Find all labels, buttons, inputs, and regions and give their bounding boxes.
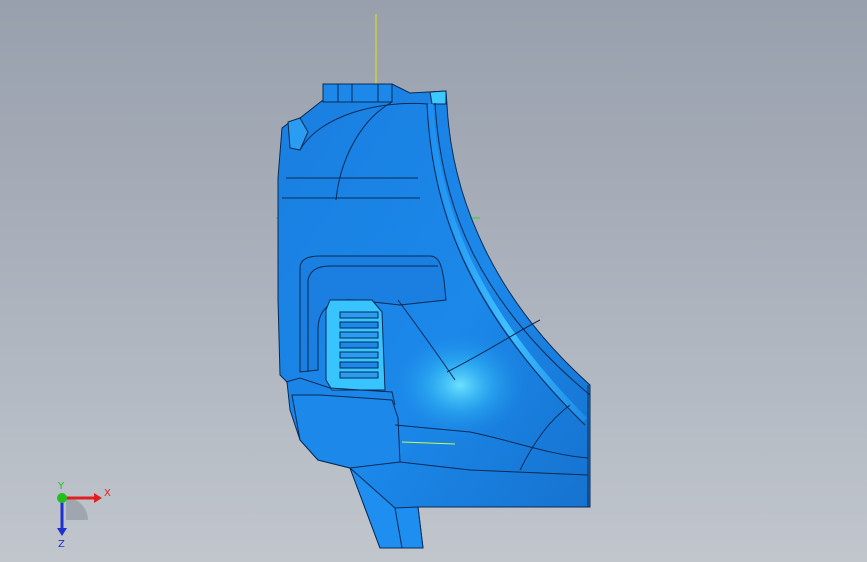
model-scene[interactable] xyxy=(0,0,867,562)
x-axis-label: X xyxy=(104,488,111,499)
z-axis-arrow xyxy=(57,528,67,536)
y-axis-dot xyxy=(57,493,67,503)
cap-tab[interactable] xyxy=(429,90,447,105)
y-axis-label: Y xyxy=(57,481,65,492)
z-axis-label: Z xyxy=(58,539,65,550)
triad-shadow xyxy=(66,498,88,520)
3d-viewport[interactable]: X Y Z xyxy=(0,0,867,562)
x-axis-arrow xyxy=(94,493,102,503)
surface-highlight xyxy=(390,330,530,440)
top-cap[interactable] xyxy=(322,83,393,103)
lower-panel[interactable] xyxy=(291,394,401,469)
vent-slats xyxy=(339,311,379,379)
coordinate-triad[interactable]: X Y Z xyxy=(40,478,120,550)
